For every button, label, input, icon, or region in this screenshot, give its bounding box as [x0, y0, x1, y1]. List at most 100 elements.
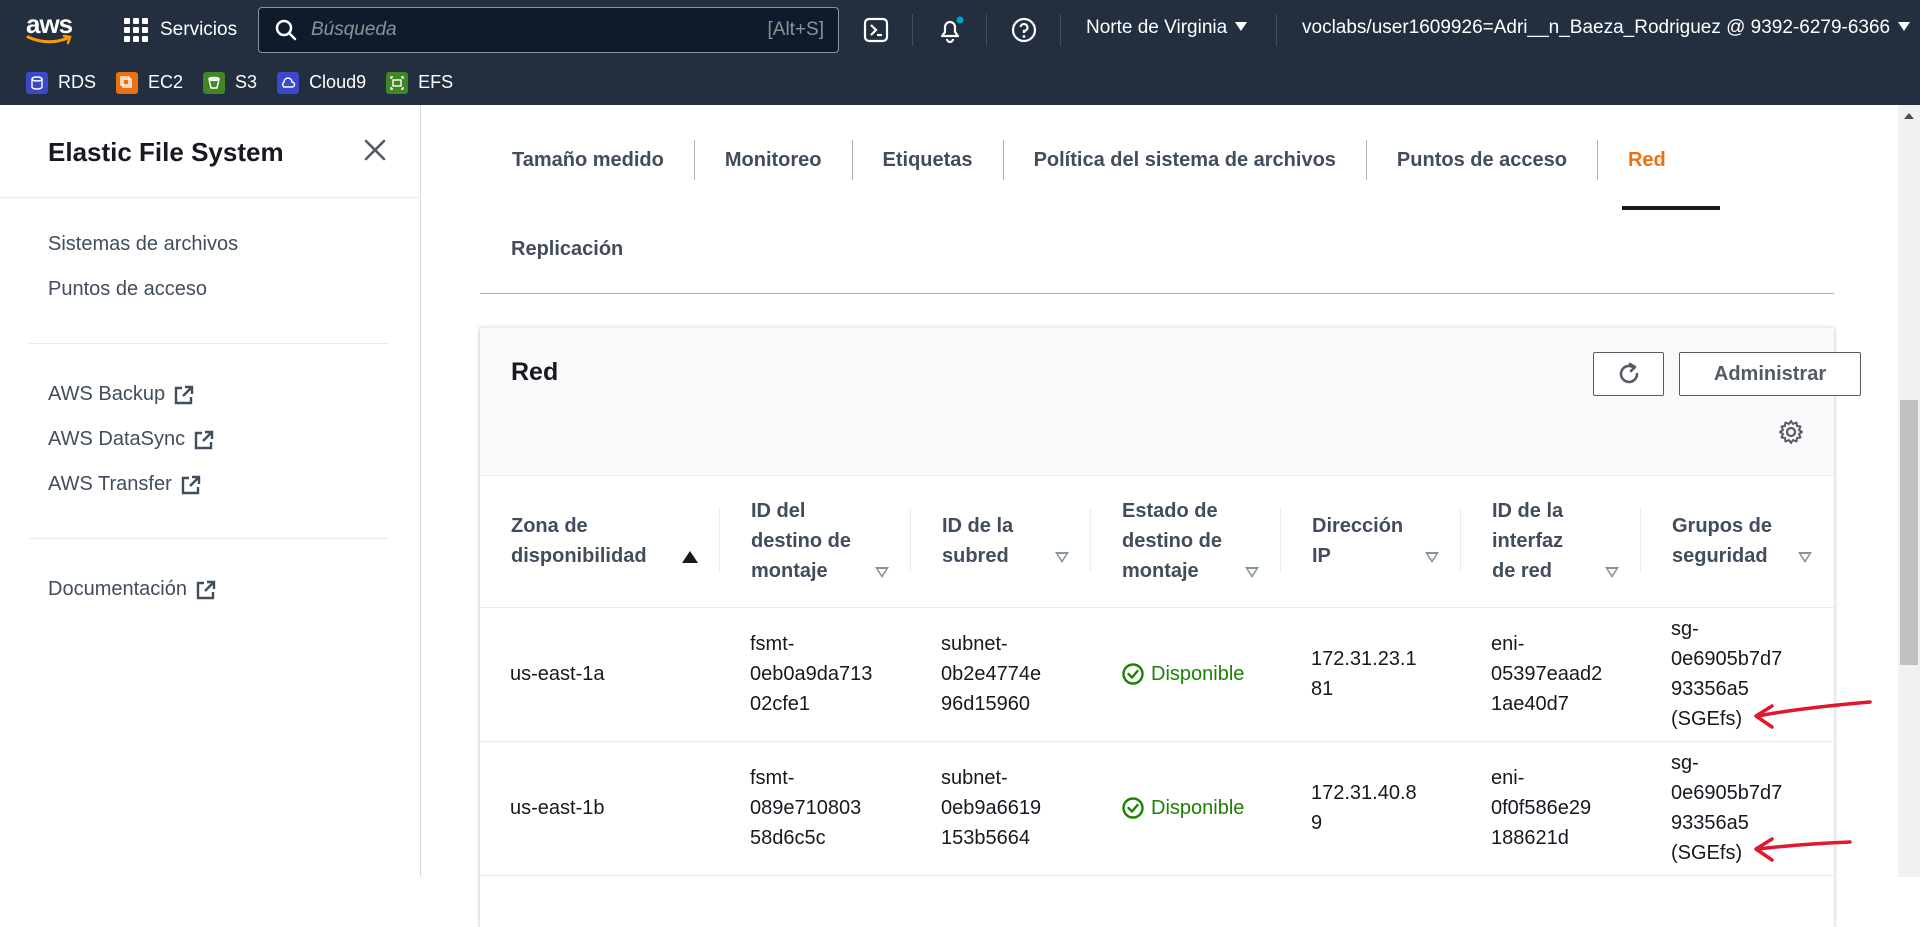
favorite-s3[interactable]: S3	[203, 71, 258, 94]
caret-down-icon	[1235, 22, 1248, 31]
refresh-icon	[1619, 362, 1638, 384]
tab-file-system-policy[interactable]: Política del sistema de archivos	[1004, 140, 1367, 180]
sidebar-item-access-points[interactable]: Puntos de acceso	[48, 278, 207, 301]
tabs-divider	[480, 293, 1834, 294]
favorite-label: RDS	[58, 72, 97, 92]
topbar-separator	[1276, 14, 1277, 46]
sort-ascending-icon	[682, 551, 698, 564]
table-header-row: Zona de disponibilidad ID del destino de mo…	[480, 476, 1834, 608]
column-header-availability-zone[interactable]: Zona de disponibilidad	[480, 476, 720, 608]
sort-icon	[1055, 552, 1069, 564]
aws-logo[interactable]: aws	[26, 9, 76, 48]
tab-metered-size[interactable]: Tamaño medido	[480, 140, 695, 180]
sidebar-item-label: AWS DataSync	[48, 428, 186, 450]
s3-service-icon	[203, 71, 226, 94]
column-header-mount-target-state[interactable]: Estado de destino de montaje	[1091, 476, 1281, 608]
page-scrollbar[interactable]	[1898, 105, 1920, 877]
favorite-label: Cloud9	[309, 72, 367, 92]
refresh-button[interactable]	[1593, 352, 1664, 396]
cell-availability-zone: us-east-1b	[480, 741, 720, 876]
favorite-label: EFS	[418, 72, 454, 92]
top-nav-row: aws Servicios [Alt+S]	[0, 0, 1920, 60]
topbar-separator	[1060, 14, 1061, 46]
services-grid-icon	[124, 18, 148, 42]
sidebar-item-file-systems[interactable]: Sistemas de archivos	[48, 233, 238, 256]
notifications-bell-icon[interactable]	[935, 15, 965, 45]
top-navigation-bar: aws Servicios [Alt+S]	[0, 0, 1920, 105]
cloudshell-icon[interactable]	[861, 15, 891, 45]
aws-logo-text: aws	[26, 9, 73, 39]
sidebar-item-aws-transfer[interactable]: AWS Transfer	[48, 473, 202, 496]
search-shortcut-hint: [Alt+S]	[767, 19, 825, 40]
favorite-ec2[interactable]: EC2	[116, 71, 183, 94]
cell-availability-zone: us-east-1a	[480, 607, 720, 742]
topbar-separator	[986, 14, 987, 46]
topbar-separator	[912, 14, 913, 46]
column-header-network-interface-id[interactable]: ID de la interfaz de red	[1461, 476, 1641, 608]
network-panel: Red Administrar Zona de disponibilidad ID…	[480, 327, 1861, 927]
column-header-mount-target-id[interactable]: ID del destino de montaje	[720, 476, 911, 608]
status-text: Disponible	[1151, 663, 1245, 685]
cell-subnet-id: subnet- 0eb9a6619 153b5664	[911, 741, 1091, 876]
main-content: Tamaño medido Monitoreo Etiquetas Políti…	[422, 105, 1898, 927]
services-menu-button[interactable]: Servicios	[124, 14, 237, 46]
ec2-service-icon	[116, 71, 139, 94]
column-header-subnet-id[interactable]: ID de la subred	[911, 476, 1091, 608]
scroll-up-arrow-icon[interactable]	[1904, 113, 1914, 119]
column-header-security-groups[interactable]: Grupos de seguridad	[1641, 476, 1834, 608]
sidebar-item-label: Documentación	[48, 578, 187, 600]
sidebar-divider	[29, 538, 389, 539]
tab-tags[interactable]: Etiquetas	[853, 140, 1004, 180]
external-link-icon	[194, 430, 214, 449]
settings-gear-icon[interactable]	[1777, 418, 1805, 446]
caret-down-icon	[1898, 22, 1911, 31]
sidebar-item-aws-backup[interactable]: AWS Backup	[48, 383, 195, 406]
cell-ip-address: 172.31.40.8 9	[1281, 741, 1461, 876]
external-link-icon	[196, 580, 216, 599]
cell-mount-target-state: Disponible	[1091, 741, 1281, 876]
services-label: Servicios	[160, 19, 238, 40]
sidebar-item-aws-datasync[interactable]: AWS DataSync	[48, 428, 215, 451]
cell-mount-target-id: fsmt- 089e710803 58d6c5c	[720, 741, 911, 876]
external-link-icon	[174, 385, 194, 404]
sidebar-divider	[0, 197, 421, 198]
scrollbar-thumb[interactable]	[1900, 400, 1918, 665]
favorites-bar: RDS EC2 S3 Cloud9 EFS	[0, 60, 1920, 105]
sort-icon	[1798, 552, 1812, 564]
status-success-icon	[1122, 797, 1144, 819]
aws-smile-icon	[26, 34, 72, 45]
search-input[interactable]	[311, 19, 731, 41]
panel-title: Red	[511, 358, 559, 386]
network-table: Zona de disponibilidad ID del destino de mo…	[480, 476, 1834, 876]
cell-mount-target-state: Disponible	[1091, 607, 1281, 742]
tab-monitoring[interactable]: Monitoreo	[695, 140, 853, 180]
tab-network[interactable]: Red	[1598, 140, 1696, 180]
external-link-icon	[181, 475, 200, 494]
cell-mount-target-id: fsmt- 0eb0a9da713 02cfe1	[720, 607, 911, 742]
favorite-label: S3	[235, 72, 258, 92]
sort-icon	[875, 567, 889, 579]
sidebar-item-label: AWS Backup	[48, 383, 166, 405]
active-tab-indicator	[1622, 206, 1720, 210]
sidebar-divider	[29, 343, 389, 344]
tab-replication[interactable]: Replicación	[511, 238, 623, 261]
cell-network-interface-id: eni- 05397eaad2 1ae40d7	[1461, 607, 1641, 742]
table-row: us-east-1b fsmt- 089e710803 58d6c5c subnet…	[480, 741, 1834, 876]
region-selector[interactable]: Norte de Virginia	[1086, 17, 1248, 39]
region-label: Norte de Virginia	[1086, 17, 1228, 38]
tab-access-points[interactable]: Puntos de acceso	[1367, 140, 1598, 180]
status-success-icon	[1122, 663, 1144, 685]
cell-subnet-id: subnet- 0b2e4774e 96d15960	[911, 607, 1091, 742]
favorite-efs[interactable]: EFS	[386, 71, 454, 94]
cloud9-service-icon	[277, 71, 300, 94]
sort-icon	[1605, 567, 1619, 579]
close-sidebar-icon[interactable]	[360, 135, 390, 165]
manage-button[interactable]: Administrar	[1679, 352, 1861, 396]
favorite-rds[interactable]: RDS	[26, 71, 97, 94]
search-bar[interactable]: [Alt+S]	[258, 7, 839, 53]
help-icon[interactable]	[1009, 15, 1039, 45]
sidebar-item-documentation[interactable]: Documentación	[48, 578, 217, 601]
account-menu[interactable]: voclabs/user1609926=Adri__n_Baeza_Rodrig…	[1302, 17, 1911, 39]
favorite-cloud9[interactable]: Cloud9	[277, 71, 367, 94]
column-header-ip-address[interactable]: Dirección IP	[1281, 476, 1461, 608]
